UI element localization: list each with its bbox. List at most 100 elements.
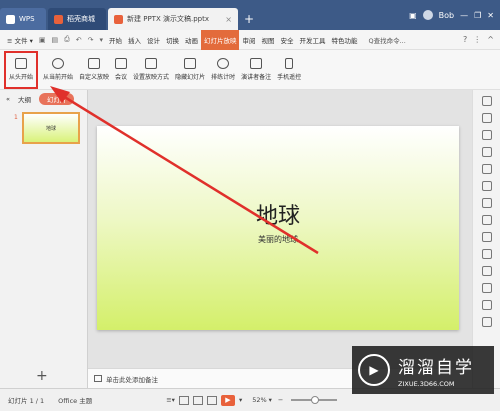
start-from-current-button[interactable]: 从当前开始 — [40, 51, 76, 89]
tab-wps-home[interactable]: WPS — [0, 8, 46, 30]
object-icon[interactable] — [481, 113, 492, 123]
more-icon[interactable]: ⋮ — [473, 35, 481, 44]
menu-transition[interactable]: 切换 — [163, 35, 182, 45]
normal-view-icon[interactable] — [178, 395, 189, 405]
tab-store[interactable]: 稻壳商城 — [48, 8, 106, 30]
slide-index: 幻灯片 1 / 1 — [8, 397, 45, 405]
wps-logo-icon — [6, 14, 15, 24]
collapse-panel-icon[interactable]: « — [6, 95, 10, 103]
file-menu[interactable]: ≡ 文件 ▾ — [4, 35, 36, 45]
slide-panel: « 大纲 幻灯片 1 地球 + — [0, 90, 88, 388]
rehearse-timing-button[interactable]: 排练计时 — [208, 51, 238, 89]
phone-remote-button[interactable]: 手机遥控 — [274, 51, 304, 89]
speaker-notes-button[interactable]: 演讲者备注 — [238, 51, 274, 89]
button-label: 排练计时 — [211, 74, 236, 81]
projector-icon — [15, 58, 27, 69]
custom-show-button[interactable]: 自定义放映 — [76, 51, 112, 89]
theme-name: Office 主题 — [58, 397, 93, 405]
thumbnail-title: 地球 — [45, 125, 56, 132]
slide-title[interactable]: 地球 — [97, 198, 459, 230]
thumbnail-number: 1 — [14, 114, 18, 121]
phone-icon — [285, 58, 294, 69]
zoom-level[interactable]: 52% — [252, 396, 266, 404]
export-pdf-icon[interactable]: ▤ — [48, 36, 61, 44]
maximize-icon[interactable]: ❐ — [474, 11, 481, 20]
format-icon[interactable] — [481, 164, 492, 174]
help-icon[interactable]: ? — [463, 35, 467, 44]
pptx-file-icon — [114, 14, 123, 24]
custom-show-icon — [88, 58, 101, 69]
animation-icon[interactable] — [481, 198, 492, 208]
print-icon[interactable]: ⎙ — [61, 35, 73, 44]
new-tab-button[interactable]: + — [240, 8, 258, 30]
play-logo-icon: ▶ — [358, 354, 390, 386]
image-icon[interactable] — [481, 249, 492, 259]
play-options-icon[interactable]: ▾ — [239, 396, 242, 404]
notes-toggle-icon[interactable]: ≡▾ — [166, 396, 175, 404]
user-name[interactable]: Bob — [439, 11, 454, 20]
meeting-icon — [115, 58, 128, 69]
zoom-slider[interactable] — [291, 396, 338, 404]
hide-slide-icon — [184, 58, 197, 69]
table-icon[interactable] — [481, 215, 492, 225]
setup-show-icon — [145, 58, 158, 69]
hide-slide-button[interactable]: 隐藏幻灯片 — [172, 51, 208, 89]
zoom-options-icon[interactable]: ▾ — [269, 396, 272, 404]
add-slide-button[interactable]: + — [36, 368, 48, 384]
notes-icon — [94, 375, 102, 382]
settings-icon[interactable] — [481, 147, 492, 157]
style-icon[interactable] — [481, 130, 492, 140]
more-tools-icon[interactable] — [481, 317, 492, 327]
menu-view[interactable]: 视图 — [258, 35, 277, 45]
customize-icon[interactable]: ▾ — [96, 36, 106, 44]
menu-security[interactable]: 安全 — [277, 35, 296, 45]
slide-thumbnail[interactable]: 地球 — [22, 112, 80, 144]
close-tab-icon[interactable]: × — [225, 15, 232, 24]
menu-insert[interactable]: 插入 — [125, 35, 144, 45]
collapse-ribbon-icon[interactable]: ^ — [487, 35, 494, 44]
watermark-brand: 溜溜自学 — [398, 357, 474, 378]
zoom-out-icon[interactable]: − — [278, 396, 283, 404]
save-icon[interactable]: ▣ — [36, 36, 49, 44]
star-icon[interactable] — [481, 96, 492, 106]
menu-slideshow[interactable]: 幻灯片放映 — [200, 29, 240, 50]
sorter-view-icon[interactable] — [192, 395, 203, 405]
close-window-icon[interactable]: ✕ — [487, 11, 494, 20]
avatar[interactable] — [422, 10, 433, 20]
tab-document[interactable]: 新建 PPTX 演示文稿.pptx × — [108, 8, 238, 30]
audio-icon[interactable] — [481, 266, 492, 276]
meeting-button[interactable]: 会议 — [112, 51, 130, 89]
right-toolbar — [472, 90, 500, 388]
tab-label: WPS — [19, 15, 35, 23]
menu-developer[interactable]: 开发工具 — [296, 35, 328, 45]
menu-review[interactable]: 审阅 — [239, 35, 258, 45]
menu-animation[interactable]: 动画 — [182, 35, 201, 45]
slide[interactable]: 地球 美丽的地球 — [97, 126, 459, 330]
tab-outline[interactable]: 大纲 — [18, 94, 31, 104]
watermark-url: ZIXUE.3D66.COM — [398, 379, 455, 388]
copy-icon[interactable] — [481, 181, 492, 191]
button-label: 会议 — [115, 74, 128, 81]
menu-special[interactable]: 特色功能 — [328, 35, 360, 45]
button-label: 从头开始 — [9, 74, 34, 81]
minimize-icon[interactable]: — — [460, 11, 468, 20]
reading-view-icon[interactable] — [206, 395, 217, 405]
command-search[interactable]: Q查找命令... — [368, 35, 405, 45]
zoom-slider-knob[interactable] — [311, 396, 320, 404]
menu-design[interactable]: 设计 — [144, 35, 163, 45]
layout-icon[interactable]: ▣ — [409, 11, 417, 20]
menu-home[interactable]: 开始 — [106, 35, 125, 45]
undo-icon[interactable]: ↶ — [73, 36, 85, 44]
redo-icon[interactable]: ↷ — [85, 36, 97, 44]
slide-subtitle[interactable]: 美丽的地球 — [97, 234, 459, 245]
backup-icon[interactable] — [481, 300, 492, 310]
editing-canvas: 地球 美丽的地球 — [88, 90, 472, 368]
tab-slides[interactable]: 幻灯片 — [38, 93, 75, 105]
setup-show-button[interactable]: 设置放映方式 — [130, 51, 172, 89]
store-icon — [54, 14, 63, 24]
start-from-beginning-button[interactable]: 从头开始 — [4, 50, 38, 89]
speaker-notes-icon — [250, 58, 263, 69]
tools-icon[interactable] — [481, 283, 492, 293]
share-icon[interactable] — [481, 232, 492, 242]
play-slideshow-icon[interactable]: ▶ — [220, 394, 235, 406]
